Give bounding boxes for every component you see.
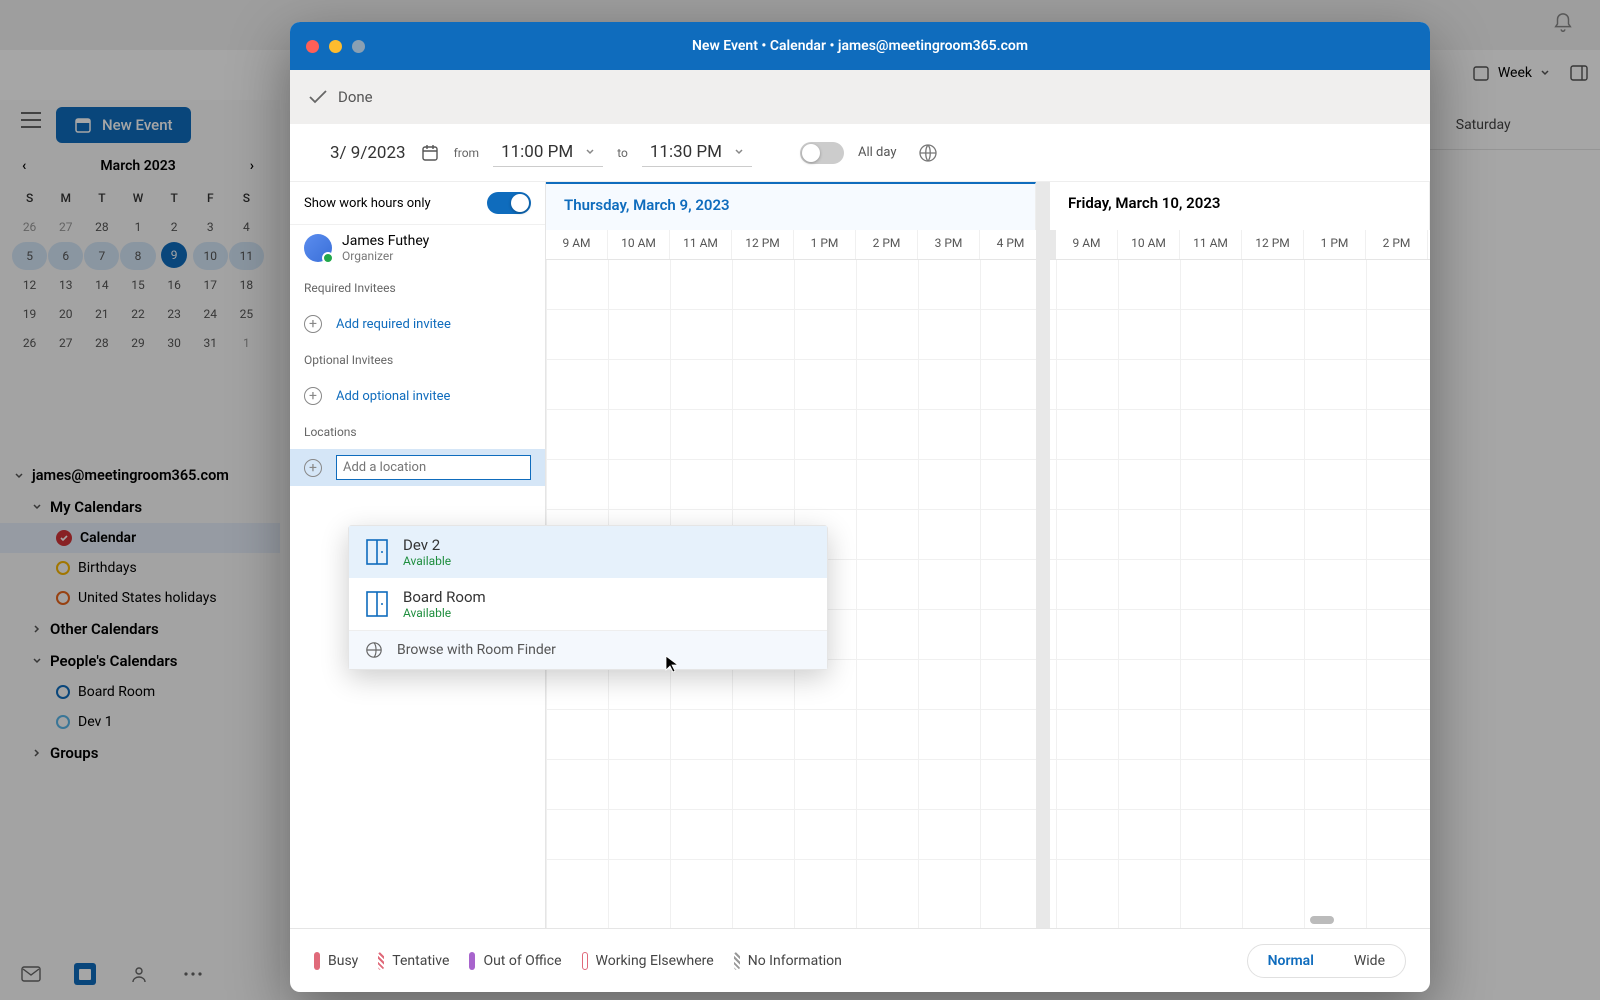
date-time-row: 3/ 9/2023 from 11:00 PM to 11:30 PM All … [290, 124, 1430, 182]
required-invitees-label: Required Invitees [290, 271, 545, 305]
add-required-invitee[interactable]: + Add required invitee [290, 305, 545, 343]
plus-icon: + [304, 315, 322, 333]
horizontal-scrollbar[interactable] [1310, 916, 1334, 924]
grid-row [546, 310, 1430, 360]
locations-label: Locations [290, 415, 545, 449]
view-toggle: Normal Wide [1247, 944, 1406, 978]
room-option-boardroom[interactable]: Board Room Available [349, 578, 827, 630]
door-icon [365, 538, 389, 566]
view-wide-button[interactable]: Wide [1334, 945, 1405, 977]
location-dropdown: Dev 2 Available Board Room Available Bro… [348, 525, 828, 670]
time-col-header: 11 AM [670, 230, 732, 259]
status-check-icon [322, 252, 334, 264]
legend: Busy Tentative Out of Office Working Els… [314, 952, 842, 970]
day-header-1: Thursday, March 9, 2023 [546, 182, 1036, 230]
grid-row [546, 460, 1430, 510]
legend-elsewhere: Working Elsewhere [582, 952, 714, 970]
organizer-name: James Futhey [342, 233, 429, 249]
time-col-header: 1 PM [1304, 230, 1366, 259]
work-hours-label: Show work hours only [304, 196, 431, 211]
check-icon [308, 89, 328, 105]
grid-row [546, 710, 1430, 760]
room-option-dev2[interactable]: Dev 2 Available [349, 526, 827, 578]
time-col-header: 12 PM [732, 230, 794, 259]
time-col-header: 2 PM [856, 230, 918, 259]
grid-row [546, 410, 1430, 460]
organizer-role: Organizer [342, 249, 429, 263]
mouse-cursor [665, 655, 679, 673]
modal-toolbar: Done [290, 70, 1430, 124]
avatar [304, 234, 332, 262]
grid-row [546, 260, 1430, 310]
legend-busy: Busy [314, 952, 358, 970]
from-time-dropdown[interactable]: 11:00 PM [493, 138, 603, 167]
time-col-header: 4 PM [980, 230, 1042, 259]
globe-icon[interactable] [918, 143, 938, 163]
modal-titlebar: New Event • Calendar • james@meetingroom… [290, 22, 1430, 70]
view-normal-button[interactable]: Normal [1248, 945, 1334, 977]
close-icon[interactable] [306, 40, 319, 53]
grid-row [546, 810, 1430, 860]
add-optional-invitee[interactable]: + Add optional invitee [290, 377, 545, 415]
modal-title: New Event • Calendar • james@meetingroom… [692, 38, 1028, 54]
window-controls [306, 40, 365, 53]
time-col-header: 10 AM [1118, 230, 1180, 259]
time-col-header: 11 AM [1180, 230, 1242, 259]
work-hours-toggle[interactable] [487, 192, 531, 214]
time-col-header: 10 AM [608, 230, 670, 259]
grid-row [546, 360, 1430, 410]
browse-room-finder[interactable]: Browse with Room Finder [349, 630, 827, 669]
day-divider [1036, 182, 1050, 928]
modal-footer: Busy Tentative Out of Office Working Els… [290, 928, 1430, 992]
time-col-header: 3 PM [918, 230, 980, 259]
location-input[interactable] [336, 455, 531, 480]
door-icon [365, 590, 389, 618]
time-col-header: 9 AM [546, 230, 608, 259]
organizer-row: James Futhey Organizer [290, 225, 545, 271]
chevron-down-icon [734, 147, 744, 157]
legend-tentative: Tentative [378, 952, 449, 970]
calendar-icon[interactable] [420, 143, 440, 163]
grid-row [546, 760, 1430, 810]
maximize-icon[interactable] [352, 40, 365, 53]
minimize-icon[interactable] [329, 40, 342, 53]
legend-ooo: Out of Office [469, 952, 561, 970]
time-col-header: 12 PM [1242, 230, 1304, 259]
time-col-header: 1 PM [794, 230, 856, 259]
location-input-row: + [290, 449, 545, 486]
chevron-down-icon [585, 147, 595, 157]
time-col-header: 9 AM [1056, 230, 1118, 259]
allday-toggle[interactable] [800, 142, 844, 164]
plus-icon: + [304, 387, 322, 405]
to-time-dropdown[interactable]: 11:30 PM [642, 138, 752, 167]
legend-noinfo: No Information [734, 952, 842, 970]
plus-icon: + [304, 459, 322, 477]
optional-invitees-label: Optional Invitees [290, 343, 545, 377]
time-col-header: 2 PM [1366, 230, 1428, 259]
scheduling-assistant-modal: New Event • Calendar • james@meetingroom… [290, 22, 1430, 992]
date-input[interactable]: 3/ 9/2023 [330, 143, 406, 163]
globe-search-icon [365, 641, 383, 659]
day-header-2: Friday, March 10, 2023 [1050, 182, 1430, 230]
done-button[interactable]: Done [308, 88, 373, 106]
